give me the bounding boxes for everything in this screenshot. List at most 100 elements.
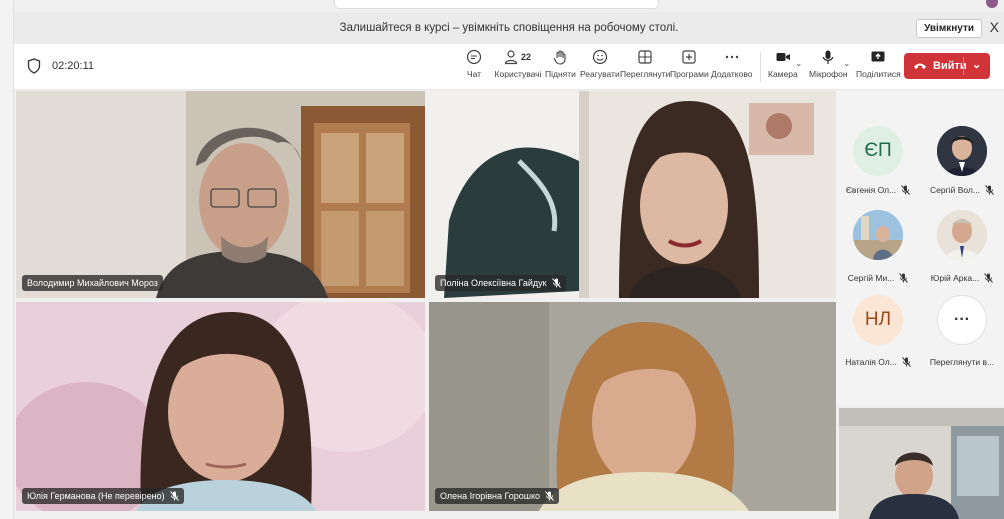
- people-icon: [504, 50, 518, 65]
- gallery-participant[interactable]: Сергій Вол...: [920, 90, 1004, 195]
- meeting-toolbar: 02:20:11 Чат 22 Користувачі Підняти Реаг…: [14, 44, 1004, 90]
- gallery-participant-name: Сергій Вол...: [920, 185, 1004, 195]
- gallery-participant[interactable]: НЛ Наталія Ол...: [836, 285, 920, 375]
- leave-button[interactable]: Вийти ⌄: [904, 53, 990, 79]
- participant-name: Володимир Михайлович Мороз: [27, 278, 158, 288]
- view-icon: [638, 50, 652, 64]
- leave-divider: [963, 57, 964, 75]
- view-button[interactable]: Переглянути: [620, 49, 670, 79]
- leave-label: Вийти: [933, 60, 967, 72]
- view-all-participants-button[interactable]: ··· Переглянути в...: [920, 285, 1004, 375]
- more-icon: ···: [937, 295, 987, 345]
- chat-label: Чат: [466, 69, 482, 79]
- mic-off-icon: [169, 491, 179, 501]
- mic-off-icon: [985, 185, 994, 195]
- left-edge-strip: [0, 0, 14, 519]
- react-label: Реагувати: [580, 69, 620, 79]
- notification-text: Залишайтеся в курсі – увімкніть сповіщен…: [339, 22, 679, 34]
- search-bar-remnant[interactable]: [334, 0, 659, 9]
- avatar-photo: [853, 210, 903, 260]
- share-button[interactable]: Поділитися: [856, 49, 901, 79]
- video-tile-4[interactable]: Олена Ігорівна Горошко: [429, 302, 836, 511]
- mic-off-icon: [551, 278, 561, 288]
- gallery-participant-name: Наталія Ол...: [836, 357, 920, 367]
- apps-button[interactable]: Програми: [670, 49, 709, 79]
- chat-button[interactable]: Чат: [466, 49, 482, 79]
- meeting-stage: Володимир Михайлович Мороз Поліна Олексі: [14, 90, 1004, 519]
- more-button[interactable]: Додатково: [711, 49, 752, 79]
- video-tile-1[interactable]: Володимир Михайлович Мороз: [16, 91, 425, 298]
- participant-name: Олена Ігорівна Горошко: [440, 491, 541, 501]
- enable-notifications-button[interactable]: Увімкнути: [916, 19, 982, 38]
- participant-name-tag: Юлія Германова (Не перевірено): [22, 488, 184, 504]
- participant-name-tag: Володимир Михайлович Мороз: [22, 275, 163, 291]
- participant-name: Євгенія Ол...: [845, 185, 897, 195]
- mic-label: Мікрофон: [809, 69, 848, 79]
- participant-name-tag: Поліна Олексіївна Гайдук: [435, 275, 566, 291]
- people-label: Користувачі: [494, 69, 542, 79]
- notification-bar: Залишайтеся в курсі – увімкніть сповіщен…: [14, 12, 1004, 44]
- apps-icon: [682, 50, 696, 64]
- phone-hangup-icon: [914, 63, 926, 69]
- participant-name: Наталія Ол...: [845, 357, 897, 367]
- share-label: Поділитися: [856, 69, 901, 79]
- camera-icon: [776, 53, 790, 61]
- camera-label: Камера: [768, 69, 798, 79]
- avatar-photo: [937, 126, 987, 176]
- view-all-label: Переглянути в...: [929, 357, 995, 367]
- camera-button[interactable]: Камера: [768, 49, 798, 79]
- meeting-timer: 02:20:11: [52, 60, 95, 72]
- raise-hand-button[interactable]: Підняти: [545, 49, 576, 79]
- participant-gallery: ЄП Євгенія Ол... Сергій Вол... Сергій Ми…: [836, 90, 1004, 405]
- mic-off-icon: [899, 273, 909, 283]
- react-button[interactable]: Реагувати: [580, 49, 620, 79]
- chat-icon: [466, 49, 482, 65]
- share-icon: [871, 51, 885, 62]
- mic-options-chevron-icon[interactable]: ⌄: [843, 58, 851, 69]
- people-count: 22: [521, 52, 532, 62]
- gallery-participant[interactable]: ЄП Євгенія Ол...: [836, 90, 920, 195]
- gallery-participant-name: Сергій Ми...: [836, 273, 920, 283]
- mic-button[interactable]: Мікрофон: [809, 49, 848, 79]
- teams-meeting-window: Залишайтеся в курсі – увімкніть сповіщен…: [0, 0, 1004, 519]
- mic-off-icon: [901, 357, 911, 367]
- mic-icon: [823, 50, 834, 64]
- self-view-tile[interactable]: [839, 408, 1004, 519]
- close-notification-button[interactable]: X: [990, 19, 999, 35]
- avatar: [937, 126, 987, 176]
- leave-options-chevron-icon[interactable]: ⌄: [972, 58, 981, 71]
- avatar: ЄП: [853, 126, 903, 176]
- gallery-participant-name: Євгенія Ол...: [836, 185, 920, 195]
- participant-name-tag: Олена Ігорівна Горошко: [435, 488, 560, 504]
- avatar-photo: [937, 210, 987, 260]
- participant-name: Сергій Ми...: [847, 273, 895, 283]
- participant-name: Юлія Германова (Не перевірено): [27, 491, 165, 501]
- more-icon: [725, 55, 738, 59]
- self-view-feed: [839, 408, 1004, 519]
- react-icon: [592, 49, 607, 65]
- more-label: Додатково: [711, 69, 753, 79]
- avatar: [937, 210, 987, 260]
- apps-label: Програми: [670, 69, 709, 79]
- avatar: НЛ: [853, 295, 903, 345]
- gallery-participant[interactable]: Юрій Арка...: [920, 200, 1004, 283]
- video-feed: [16, 302, 425, 511]
- participant-name: Юрій Арка...: [930, 273, 980, 283]
- video-tile-3[interactable]: Юлія Германова (Не перевірено): [16, 302, 425, 511]
- mic-off-icon: [545, 491, 554, 501]
- view-label: Переглянути: [620, 69, 671, 79]
- account-avatar[interactable]: [986, 0, 998, 8]
- gallery-participant-name: Переглянути в...: [920, 357, 1004, 367]
- raise-hand-label: Підняти: [545, 69, 576, 79]
- video-feed: [16, 91, 425, 298]
- video-tile-2[interactable]: Поліна Олексіївна Гайдук: [429, 91, 836, 298]
- gallery-participant[interactable]: Сергій Ми...: [836, 200, 920, 283]
- people-button[interactable]: 22 Користувачі: [495, 49, 541, 79]
- participant-name: Сергій Вол...: [930, 185, 980, 195]
- camera-options-chevron-icon[interactable]: ⌄: [795, 58, 803, 69]
- video-feed: [429, 91, 836, 298]
- toolbar-divider: [760, 52, 761, 82]
- gallery-participant-name: Юрій Арка...: [920, 273, 1004, 283]
- shield-icon[interactable]: [27, 58, 41, 74]
- mic-off-icon: [901, 185, 911, 195]
